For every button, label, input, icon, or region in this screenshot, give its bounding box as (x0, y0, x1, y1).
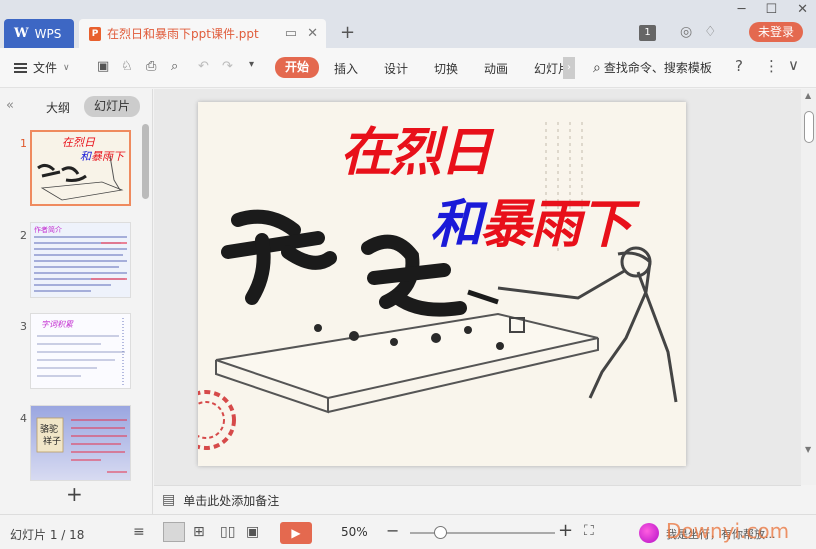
skin-icon[interactable]: ♢ (704, 24, 717, 40)
status-bar: 幻灯片 1 / 18 ≡ ⊞ ▯▯ ▣ ▶ 50% − + ⛶ 我是坐行，有你帮… (0, 514, 816, 549)
slide-title-blue-text: 和 (430, 195, 482, 255)
slide-sorter-icon[interactable]: ⊞ (193, 524, 205, 540)
scroll-thumb[interactable] (804, 111, 814, 143)
notes-icon: ▤ (162, 492, 176, 508)
ribbon-scroll-right-icon[interactable]: › (563, 57, 575, 79)
redo-icon[interactable]: ↷ (222, 59, 233, 74)
thumb-number: 1 (20, 137, 27, 150)
print-preview-icon[interactable]: ⌕ (171, 59, 178, 74)
zoom-out-button[interactable]: − (386, 521, 399, 540)
slide-title-line2[interactable]: 和暴雨下 (430, 182, 632, 257)
file-menu-button[interactable]: 文件 ∨ (14, 59, 70, 76)
tab-insert[interactable]: 插入 (334, 60, 358, 77)
notes-placeholder[interactable]: 单击此处添加备注 (183, 492, 279, 509)
tab-animation[interactable]: 动画 (484, 60, 508, 77)
file-menu-label: 文件 (33, 61, 58, 75)
zoom-slider-handle[interactable] (434, 526, 447, 539)
slide-thumbnail-3[interactable]: 字词积累 (30, 313, 131, 389)
notes-toggle-icon[interactable]: ≡ (133, 524, 145, 540)
slide-thumbnail-4[interactable]: 骆驼 祥子 (30, 405, 131, 481)
screen-icon[interactable]: ▭ (285, 26, 297, 41)
thumb-4-book-title-b: 祥子 (43, 435, 61, 447)
thumb-2-preview: 作者简介 (31, 223, 130, 297)
command-search[interactable]: ⌕ 查找命令、搜索模板 (593, 59, 712, 76)
tab-home[interactable]: 开始 (275, 57, 319, 78)
presenter-icon[interactable]: ▣ (246, 524, 259, 540)
slide-title-red-text: 暴雨下 (480, 195, 632, 255)
fit-window-icon[interactable]: ⛶ (584, 523, 594, 539)
slide-thumbnail-1[interactable]: 在烈日 和暴雨下 (30, 130, 131, 206)
collapse-ribbon-icon[interactable]: ∨ (788, 56, 799, 74)
normal-view-button[interactable] (163, 522, 185, 542)
slide-counter: 幻灯片 1 / 18 (10, 528, 85, 542)
ribbon-toolbar: 文件 ∨ ▣ ♘ ⎙ ⌕ ↶ ↷ ▾ 开始 插入 设计 切换 动画 幻灯片 › … (0, 48, 816, 88)
new-tab-button[interactable]: + (340, 22, 355, 43)
scroll-up-icon[interactable]: ▲ (805, 91, 811, 100)
scroll-down-icon[interactable]: ▼ (805, 445, 811, 454)
save-icon[interactable]: ▣ (97, 59, 109, 74)
panel-scrollbar[interactable] (142, 124, 149, 199)
ppt-file-icon: P (89, 26, 101, 41)
zoom-in-button[interactable]: + (558, 520, 573, 541)
chevron-down-icon: ∨ (63, 62, 70, 73)
thumb-number: 2 (20, 229, 27, 242)
thumb-number: 3 (20, 320, 27, 333)
outline-view-tab[interactable]: 大纲 (46, 99, 70, 116)
watermark: Downyi.com (666, 519, 790, 543)
document-tab[interactable]: P 在烈日和暴雨下ppt课件.ppt ▭ ✕ (79, 19, 326, 48)
wps-tab-label: WPS (34, 26, 62, 41)
slide-title-line1[interactable]: 在烈日 (340, 110, 492, 185)
close-tab-icon[interactable]: ✕ (307, 26, 318, 41)
add-slide-button[interactable]: + (66, 482, 83, 506)
thumb-4-book-title: 骆驼 (40, 423, 58, 435)
thumb-1-title-b: 和暴雨下 (80, 150, 126, 163)
minimize-icon[interactable]: ─ (738, 2, 746, 17)
thumb-1-preview: 在烈日 和暴雨下 (32, 132, 129, 204)
command-search-label: 查找命令、搜索模板 (603, 61, 712, 75)
sync-icon[interactable]: ◎ (680, 24, 692, 40)
editor-scrollbar[interactable]: ▲ ▼ (801, 89, 816, 485)
reading-view-icon[interactable]: ▯▯ (220, 524, 235, 540)
slides-view-tab[interactable]: 幻灯片 (84, 96, 140, 117)
thumb-number: 4 (20, 412, 27, 425)
wps-home-tab[interactable]: W WPS (4, 19, 74, 48)
wps-logo-icon: W (14, 26, 29, 41)
current-slide[interactable]: 在烈日 和暴雨下 (198, 102, 686, 466)
slide-panel: « 大纲 幻灯片 1 在烈日 和暴雨下 2 作者简介 3 字词积累 4 骆驼 祥… (0, 89, 153, 514)
help-icon[interactable]: ? (735, 57, 743, 75)
zoom-slider[interactable] (410, 532, 555, 534)
thumb-3-preview: 字词积累 (31, 314, 130, 388)
tab-design[interactable]: 设计 (384, 60, 408, 77)
thumb-3-title: 字词积累 (41, 320, 74, 329)
close-window-icon[interactable]: ✕ (797, 2, 808, 17)
notes-bar[interactable]: ▤ 单击此处添加备注 (154, 485, 801, 514)
quick-access-more-icon[interactable]: ▾ (249, 59, 254, 70)
maximize-icon[interactable]: ☐ (765, 2, 777, 17)
zoom-level[interactable]: 50% (341, 525, 368, 539)
document-tab-label: 在烈日和暴雨下ppt课件.ppt (107, 27, 259, 41)
window-count-badge[interactable]: 1 (639, 25, 656, 41)
hamburger-icon (14, 62, 27, 73)
undo-icon[interactable]: ↶ (198, 59, 209, 74)
collapse-panel-icon[interactable]: « (6, 98, 14, 113)
thumb-2-title: 作者简介 (34, 225, 62, 234)
more-icon[interactable]: ⋮ (764, 57, 779, 75)
search-icon: ⌕ (593, 59, 601, 76)
slide-editor: 在烈日 和暴雨下 (154, 89, 816, 485)
play-slideshow-button[interactable]: ▶ (280, 522, 312, 544)
format-painter-icon[interactable]: ♘ (121, 59, 133, 74)
slide-thumbnail-2[interactable]: 作者简介 (30, 222, 131, 298)
tab-slideshow[interactable]: 幻灯片 (534, 60, 564, 77)
avatar[interactable] (639, 523, 659, 543)
print-icon[interactable]: ⎙ (146, 59, 156, 74)
thumb-1-title: 在烈日 (62, 136, 96, 149)
login-button[interactable]: 未登录 (749, 22, 803, 42)
tab-transition[interactable]: 切换 (434, 60, 458, 77)
window-controls: ─ ☐ ✕ (738, 2, 808, 17)
title-bar: W WPS P 在烈日和暴雨下ppt课件.ppt ▭ ✕ + 1 ◎ ♢ 未登录… (0, 0, 816, 48)
thumb-4-preview: 骆驼 祥子 (31, 406, 130, 480)
